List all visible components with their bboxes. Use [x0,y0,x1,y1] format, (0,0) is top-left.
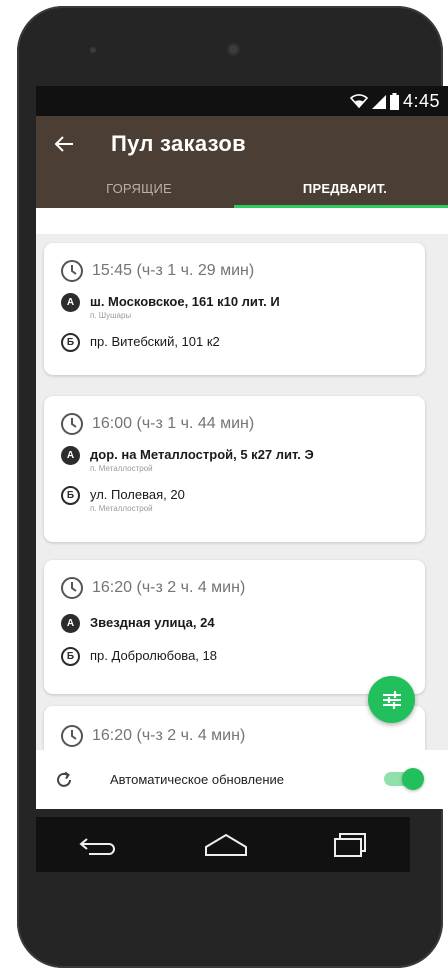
refresh-icon[interactable] [54,770,74,790]
order-time: 16:00 (ч-з 1 ч. 44 мин) [92,415,255,432]
clock-icon [60,724,84,748]
pickup-address: А ш. Московское, 161 к10 лит. И п. Шушар… [44,293,425,321]
system-nav-bar [36,817,410,872]
page-title: Пул заказов [111,131,246,156]
sensor-dot [90,47,96,53]
address-locality: п. Шушары [90,311,132,320]
order-time-row: 16:20 (ч-з 2 ч. 4 мин) [44,720,425,750]
front-camera [227,43,240,56]
auto-refresh-toggle[interactable] [384,768,424,790]
tab-hot[interactable]: ГОРЯЩИЕ [36,172,242,208]
tab-preliminary[interactable]: ПРЕДВАРИТ. [242,172,448,208]
address-main: ул. Полевая, 20 [90,487,185,502]
clock-icon [60,576,84,600]
order-card[interactable]: 16:00 (ч-з 1 ч. 44 мин) А дор. на Металл… [44,396,425,542]
point-b-badge: Б [61,333,80,352]
toggle-knob [402,768,424,790]
address-main: Звездная улица, 24 [90,615,215,630]
tab-bar: ГОРЯЩИЕ ПРЕДВАРИТ. [36,172,448,208]
pickup-address: А дор. на Металлострой, 5 к27 лит. Э п. … [44,446,425,474]
point-a-badge: А [61,446,80,465]
order-time: 16:20 (ч-з 2 ч. 4 мин) [92,727,246,744]
dropoff-address: Б пр. Добролюбова, 18 [44,647,425,666]
back-nav-icon[interactable] [79,833,119,857]
address-main: ш. Московское, 161 к10 лит. И [90,294,280,309]
order-card[interactable]: 16:20 (ч-з 2 ч. 4 мин) [44,706,425,750]
point-b-badge: Б [61,486,80,505]
address-locality: п. Металлострой [90,464,153,473]
signal-icon [371,93,386,109]
orders-list: 15:45 (ч-з 1 ч. 29 мин) А ш. Московское,… [36,234,448,750]
clock-icon [60,412,84,436]
filter-sliders-icon [381,689,403,711]
status-bar: 4:45 [36,86,448,116]
wifi-icon [349,93,368,109]
order-card[interactable]: 15:45 (ч-з 1 ч. 29 мин) А ш. Московское,… [44,243,425,375]
order-time-row: 16:00 (ч-з 1 ч. 44 мин) [44,408,425,440]
order-card[interactable]: 16:20 (ч-з 2 ч. 4 мин) А Звездная улица,… [44,560,425,694]
address-main: пр. Витебский, 101 к2 [90,334,220,349]
order-time: 16:20 (ч-з 2 ч. 4 мин) [92,579,246,596]
tab-indicator [234,205,448,208]
address-main: дор. на Металлострой, 5 к27 лит. Э [90,447,314,462]
app-bar: Пул заказов [36,116,448,172]
point-a-badge: А [61,614,80,633]
app-screen: 4:45 Пул заказов ГОРЯЩИЕ ПРЕДВАРИТ. 15:4… [36,86,448,809]
dropoff-address: Б ул. Полевая, 20 п. Металлострой [44,486,425,514]
dropoff-address: Б пр. Витебский, 101 к2 [44,333,425,352]
battery-icon [389,92,399,110]
status-time: 4:45 [402,90,440,111]
recents-nav-icon[interactable] [333,832,367,858]
point-a-badge: А [61,293,80,312]
auto-refresh-bar: Автоматическое обновление [36,750,448,809]
home-nav-icon[interactable] [204,833,248,857]
order-time-row: 16:20 (ч-з 2 ч. 4 мин) [44,572,425,604]
auto-refresh-label: Автоматическое обновление [110,772,285,787]
filter-button[interactable] [368,676,415,723]
point-b-badge: Б [61,647,80,666]
address-main: пр. Добролюбова, 18 [90,648,217,663]
order-time-row: 15:45 (ч-з 1 ч. 29 мин) [44,255,425,287]
pickup-address: А Звездная улица, 24 [44,614,425,633]
clock-icon [60,259,84,283]
arrow-left-icon[interactable] [54,134,74,154]
address-locality: п. Металлострой [90,504,153,513]
order-time: 15:45 (ч-з 1 ч. 29 мин) [92,262,255,279]
